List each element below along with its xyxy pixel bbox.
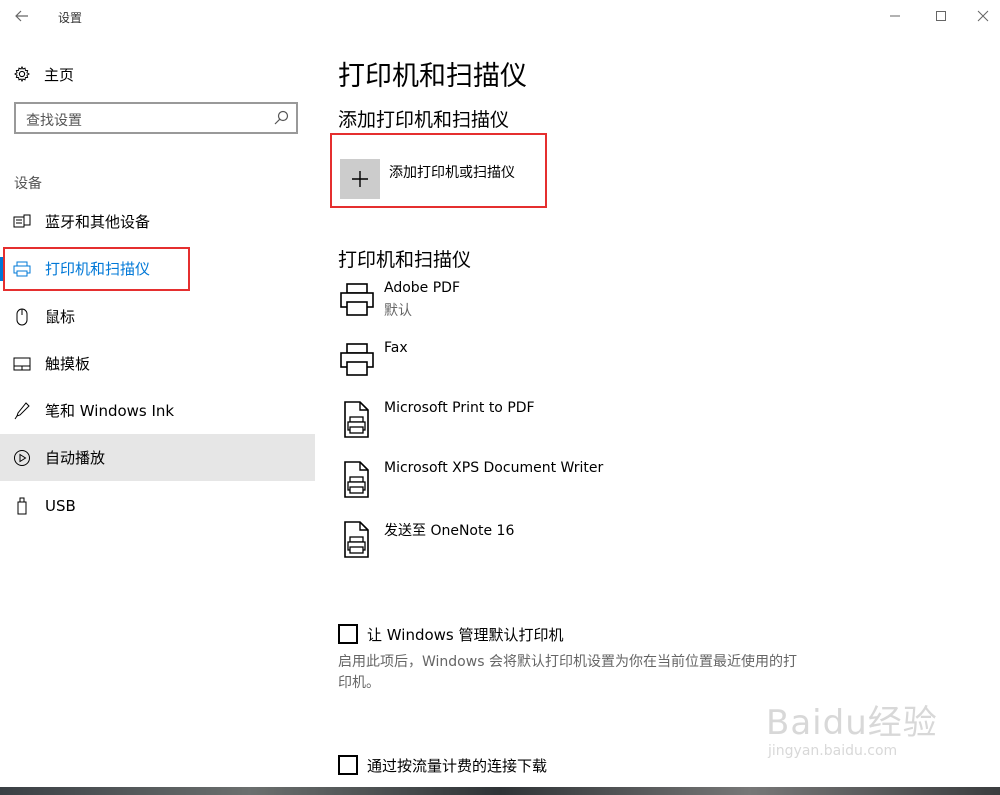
- sidebar-item-bluetooth[interactable]: 蓝牙和其他设备: [0, 198, 315, 245]
- sidebar-item-label: 笔和 Windows Ink: [45, 402, 175, 420]
- maximize-button[interactable]: [926, 4, 956, 28]
- minimize-icon: [890, 15, 900, 17]
- bluetooth-device-icon: [12, 212, 32, 232]
- watermark: Baidu经验 jingyan.baidu.com: [766, 683, 976, 773]
- printer-status: 默认: [384, 303, 412, 319]
- highlight-box-nav: [3, 247, 190, 291]
- printer-item[interactable]: Fax: [338, 340, 898, 396]
- printer-name: 发送至 OneNote 16: [384, 523, 515, 539]
- printer-item[interactable]: Microsoft XPS Document Writer: [338, 460, 898, 516]
- printer-name: Microsoft Print to PDF: [384, 400, 535, 416]
- maximize-icon: [936, 11, 946, 21]
- sidebar-item-mouse[interactable]: 鼠标: [0, 293, 315, 340]
- printer-name: Fax: [384, 340, 408, 356]
- title-bar: 设置: [0, 0, 1000, 32]
- nav-home[interactable]: 主页: [14, 62, 74, 86]
- pen-icon: [12, 401, 32, 421]
- printer-item[interactable]: Adobe PDF 默认: [338, 280, 898, 336]
- close-icon: [977, 10, 989, 22]
- sidebar-item-label: 蓝牙和其他设备: [45, 213, 151, 231]
- search-placeholder: 查找设置: [26, 113, 82, 129]
- sidebar-item-usb[interactable]: USB: [0, 482, 315, 529]
- mouse-icon: [12, 307, 32, 327]
- page-title: 打印机和扫描仪: [338, 61, 527, 92]
- printer-list-title: 打印机和扫描仪: [338, 249, 472, 271]
- manage-default-description: 启用此项后，Windows 会将默认打印机设置为你在当前位置最近使用的打印机。: [338, 654, 797, 691]
- back-button[interactable]: [8, 2, 36, 30]
- desktop-background-strip: [0, 787, 1000, 795]
- minimize-button[interactable]: [880, 4, 910, 28]
- printer-name: Adobe PDF: [384, 280, 461, 296]
- main-content: 打印机和扫描仪 添加打印机和扫描仪 添加打印机或扫描仪 打印机和扫描仪 Adob…: [315, 32, 1000, 795]
- plus-icon: [352, 171, 368, 187]
- add-printer-button[interactable]: [340, 159, 380, 199]
- close-button[interactable]: [968, 4, 998, 28]
- sidebar-item-autoplay[interactable]: 自动播放: [0, 434, 315, 481]
- printer-name: Microsoft XPS Document Writer: [384, 460, 604, 476]
- manage-default-checkbox[interactable]: [338, 624, 358, 644]
- printer-item[interactable]: 发送至 OneNote 16: [338, 520, 898, 576]
- sidebar-item-label: 自动播放: [45, 449, 106, 467]
- sidebar-item-pen[interactable]: 笔和 Windows Ink: [0, 387, 315, 434]
- gear-icon: [14, 66, 30, 82]
- settings-sidebar: 主页 查找设置 设备 蓝牙和其他设备 打印机和扫描仪 鼠标 触摸板 笔和 Win…: [0, 32, 315, 795]
- sidebar-item-label: USB: [45, 496, 76, 515]
- usb-icon: [12, 496, 32, 516]
- metered-download-checkbox[interactable]: [338, 755, 358, 775]
- manage-default-row: 让 Windows 管理默认打印机: [338, 622, 564, 646]
- watermark-url: jingyan.baidu.com: [768, 743, 898, 759]
- manage-default-label[interactable]: 让 Windows 管理默认打印机: [367, 624, 564, 645]
- touchpad-icon: [12, 354, 32, 374]
- metered-download-row: 通过按流量计费的连接下载: [338, 753, 547, 777]
- document-printer-icon: [344, 401, 369, 438]
- nav-home-label: 主页: [44, 65, 75, 84]
- sidebar-item-touchpad[interactable]: 触摸板: [0, 340, 315, 387]
- highlight-box-add: 添加打印机或扫描仪: [330, 133, 547, 208]
- sidebar-item-label: 鼠标: [45, 308, 76, 326]
- window-title: 设置: [58, 11, 83, 25]
- nav-section-title: 设备: [14, 176, 42, 192]
- sidebar-item-label: 触摸板: [45, 355, 91, 373]
- add-printer-label[interactable]: 添加打印机或扫描仪: [389, 162, 515, 182]
- watermark-brand: Baidu经验: [766, 703, 938, 743]
- search-input[interactable]: 查找设置: [14, 102, 298, 134]
- arrow-left-icon: [15, 10, 28, 22]
- printer-icon: [340, 343, 374, 376]
- autoplay-icon: [12, 448, 32, 468]
- document-printer-icon: [344, 461, 369, 498]
- document-printer-icon: [344, 521, 369, 558]
- printer-item[interactable]: Microsoft Print to PDF: [338, 400, 898, 456]
- search-icon: [274, 110, 289, 125]
- metered-download-label[interactable]: 通过按流量计费的连接下载: [367, 755, 547, 776]
- printer-icon: [340, 283, 374, 316]
- add-section-title: 添加打印机和扫描仪: [338, 109, 510, 131]
